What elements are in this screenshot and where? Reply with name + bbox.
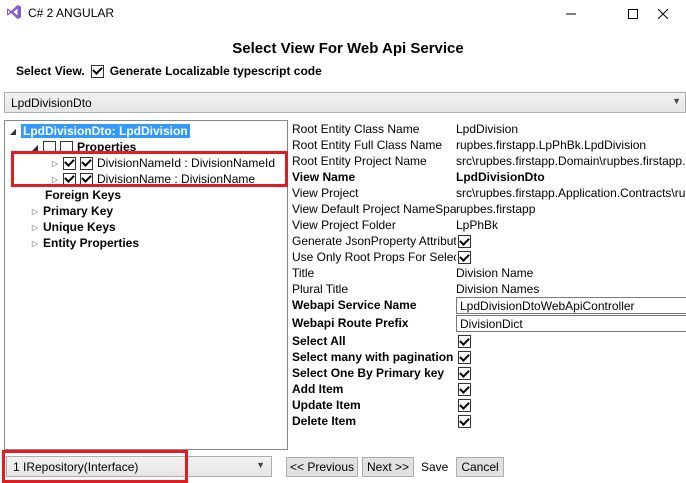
collapsed-arrow-icon[interactable]: ▷ xyxy=(31,223,39,232)
update-item-checkbox[interactable] xyxy=(458,399,471,412)
prop-label: Update Item xyxy=(292,398,361,412)
prop-row: Update Item xyxy=(292,398,686,414)
generate-json-property-checkbox[interactable] xyxy=(458,235,471,248)
prop-row: View Name LpdDivisionDto xyxy=(292,170,686,186)
primary-key-label: Primary Key xyxy=(43,204,114,218)
prop-label: Root Entity Full Class Name xyxy=(292,138,443,152)
select-all-checkbox[interactable] xyxy=(458,335,471,348)
prop-label: Root Entity Project Name xyxy=(292,154,427,168)
use-only-root-props-checkbox[interactable] xyxy=(458,251,471,264)
prop-value: LpdDivisionDto xyxy=(456,170,545,184)
prop-label: Select One By Primary key xyxy=(292,366,445,380)
prop-row: Use Only Root Props For Select xyxy=(292,250,686,266)
prop-value: LpPhBk xyxy=(456,218,499,232)
tree-node-root[interactable]: ◢ LpdDivisionDto: LpdDivision xyxy=(9,124,190,138)
delete-item-checkbox[interactable] xyxy=(458,415,471,428)
prop-label: Generate JsonProperty Attribute xyxy=(292,234,456,248)
properties-panel: Root Entity Class Name LpdDivision Root … xyxy=(292,122,686,432)
prop-label: Plural Title xyxy=(292,282,349,296)
select-many-checkbox[interactable] xyxy=(458,351,471,364)
webapi-service-name-input[interactable]: LpdDivisionDtoWebApiController xyxy=(456,297,686,314)
chevron-down-icon: ▼ xyxy=(256,460,265,470)
prop-label: View Project xyxy=(292,186,359,200)
highlight-box-properties xyxy=(11,151,288,187)
maximize-icon xyxy=(628,9,638,19)
next-button[interactable]: Next >> xyxy=(362,457,414,477)
chevron-down-icon: ▼ xyxy=(672,96,681,106)
title-bar: C# 2 ANGULAR xyxy=(0,0,686,28)
tree-node-unique-keys[interactable]: ▷ Unique Keys xyxy=(31,220,116,234)
prop-row: Select many with pagination xyxy=(292,350,686,366)
cancel-button[interactable]: Cancel xyxy=(456,457,504,477)
prop-row: Select One By Primary key xyxy=(292,366,686,382)
prop-label: Add Item xyxy=(292,382,344,396)
save-button[interactable]: Save xyxy=(421,460,448,474)
webapi-route-prefix-input[interactable]: DivisionDict xyxy=(456,315,686,332)
minimize-icon xyxy=(566,13,576,15)
prop-label: View Project Folder xyxy=(292,218,396,232)
previous-button[interactable]: << Previous xyxy=(286,457,358,477)
prop-label: Root Entity Class Name xyxy=(292,122,420,136)
prop-row: Plural Title Division Names xyxy=(292,282,686,298)
collapsed-arrow-icon[interactable]: ▷ xyxy=(31,239,39,248)
prop-label: Webapi Route Prefix xyxy=(292,316,409,330)
prop-value: rupbes.firstapp.LpPhBk.LpdDivision xyxy=(456,138,647,152)
select-one-checkbox[interactable] xyxy=(458,367,471,380)
select-view-row: Select View. Generate Localizable typesc… xyxy=(16,64,322,78)
prop-row: Add Item xyxy=(292,382,686,398)
prop-value: LpdDivision xyxy=(456,122,519,136)
minimize-button[interactable] xyxy=(548,0,594,28)
foreign-keys-label: Foreign Keys xyxy=(45,188,122,202)
view-select[interactable]: LpdDivisionDto ▼ xyxy=(4,92,686,113)
prop-label: Title xyxy=(292,266,315,280)
prop-row: Delete Item xyxy=(292,414,686,430)
expanded-arrow-icon[interactable]: ◢ xyxy=(9,127,17,136)
prop-row: Webapi Service Name LpdDivisionDtoWebApi… xyxy=(292,297,686,314)
prop-label: Webapi Service Name xyxy=(292,298,417,312)
prop-row: Root Entity Project Name src\rupbes.firs… xyxy=(292,154,686,170)
prop-label: Use Only Root Props For Select xyxy=(292,250,456,264)
prop-row: Webapi Route Prefix DivisionDict xyxy=(292,315,686,332)
prop-label: Select All xyxy=(292,334,346,348)
prop-row: Title Division Name xyxy=(292,266,686,282)
entity-properties-label: Entity Properties xyxy=(43,236,140,250)
visual-studio-icon xyxy=(7,5,21,19)
dialog-heading: Select View For Web Api Service xyxy=(232,40,464,57)
prop-row: View Project src\rupbes.firstapp.Applica… xyxy=(292,186,686,202)
prop-label: View Name xyxy=(292,170,356,184)
prop-value: rupbes.firstapp xyxy=(456,202,536,216)
prop-value: Division Names xyxy=(456,282,540,296)
prop-row: Root Entity Class Name LpdDivision xyxy=(292,122,686,138)
highlight-box-repository xyxy=(2,450,188,483)
localizable-checkbox-label: Generate Localizable typescript code xyxy=(109,64,322,78)
window-title: C# 2 ANGULAR xyxy=(28,6,115,20)
prop-value: Division Name xyxy=(456,266,534,280)
prop-row: View Default Project NameSpace rupbes.fi… xyxy=(292,202,686,218)
prop-row: Root Entity Full Class Name rupbes.first… xyxy=(292,138,686,154)
prop-row: View Project Folder LpPhBk xyxy=(292,218,686,234)
prop-label: View Default Project NameSpace xyxy=(292,202,456,216)
tree-node-primary-key[interactable]: ▷ Primary Key xyxy=(31,204,113,218)
collapsed-arrow-icon[interactable]: ▷ xyxy=(31,207,39,216)
select-view-label: Select View. xyxy=(16,64,85,78)
tree-node-entity-properties[interactable]: ▷ Entity Properties xyxy=(31,236,139,250)
tree-root-label: LpdDivisionDto: LpdDivision xyxy=(21,124,190,138)
localizable-checkbox[interactable] xyxy=(90,64,104,78)
close-icon xyxy=(658,9,668,19)
prop-label: Delete Item xyxy=(292,414,357,428)
unique-keys-label: Unique Keys xyxy=(43,220,116,234)
prop-row: Select All xyxy=(292,334,686,350)
prop-row: Generate JsonProperty Attribute xyxy=(292,234,686,250)
prop-value: src\rupbes.firstapp.Domain\rupbes.firsta… xyxy=(456,154,686,168)
tree-node-foreign-keys[interactable]: Foreign Keys xyxy=(45,188,121,202)
prop-value: src\rupbes.firstapp.Application.Contract… xyxy=(456,186,686,200)
prop-label: Select many with pagination xyxy=(292,350,454,364)
add-item-checkbox[interactable] xyxy=(458,383,471,396)
view-select-value: LpdDivisionDto xyxy=(11,96,92,110)
close-button[interactable] xyxy=(640,0,686,28)
